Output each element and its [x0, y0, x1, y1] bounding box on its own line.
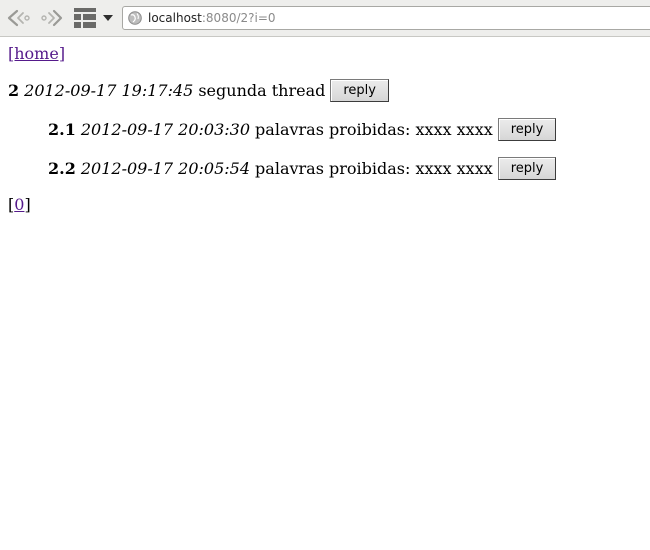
post-date: 2012-09-17 19:17:45	[24, 81, 194, 100]
back-arrow-icon	[7, 9, 30, 27]
grid-icon	[74, 8, 96, 28]
post-text: segunda thread	[198, 81, 326, 100]
back-button[interactable]	[4, 6, 34, 30]
reply-button[interactable]: reply	[497, 157, 557, 180]
post-date: 2012-09-17 20:03:30	[80, 120, 251, 139]
reply-post: 2.2 2012-09-17 20:05:54 palavras proibid…	[48, 157, 557, 180]
post-text: palavras proibidas: xxxx xxxx	[255, 159, 493, 178]
reply-button[interactable]: reply	[330, 79, 389, 102]
pagination-close-bracket: ]	[24, 195, 31, 214]
post-number: 2	[8, 81, 20, 100]
pagination: [0]	[8, 195, 31, 214]
forward-button[interactable]	[38, 6, 66, 30]
reply-post: 2.1 2012-09-17 20:03:30 palavras proibid…	[48, 118, 557, 141]
thread-post: 2 2012-09-17 19:17:45 segunda thread rep…	[8, 79, 389, 102]
url-path: :8080/2?i=0	[201, 11, 276, 25]
home-line: [home]	[8, 44, 65, 63]
url-host: localhost	[148, 11, 202, 25]
post-text: palavras proibidas: xxxx xxxx	[255, 120, 493, 139]
post-date: 2012-09-17 20:05:54	[80, 159, 251, 178]
post-number: 2.1	[48, 120, 76, 139]
speed-dial-button[interactable]	[72, 6, 98, 30]
home-link[interactable]: [home]	[8, 44, 65, 63]
reply-button[interactable]: reply	[497, 118, 557, 141]
globe-icon	[128, 11, 142, 25]
browser-toolbar: localhost:8080/2?i=0	[0, 0, 650, 37]
forward-arrow-icon	[41, 9, 63, 27]
menu-dropdown-button[interactable]	[100, 6, 116, 30]
address-bar[interactable]: localhost:8080/2?i=0	[122, 6, 650, 30]
chevron-down-icon	[103, 15, 113, 21]
page-link[interactable]: 0	[14, 195, 24, 214]
post-number: 2.2	[48, 159, 76, 178]
